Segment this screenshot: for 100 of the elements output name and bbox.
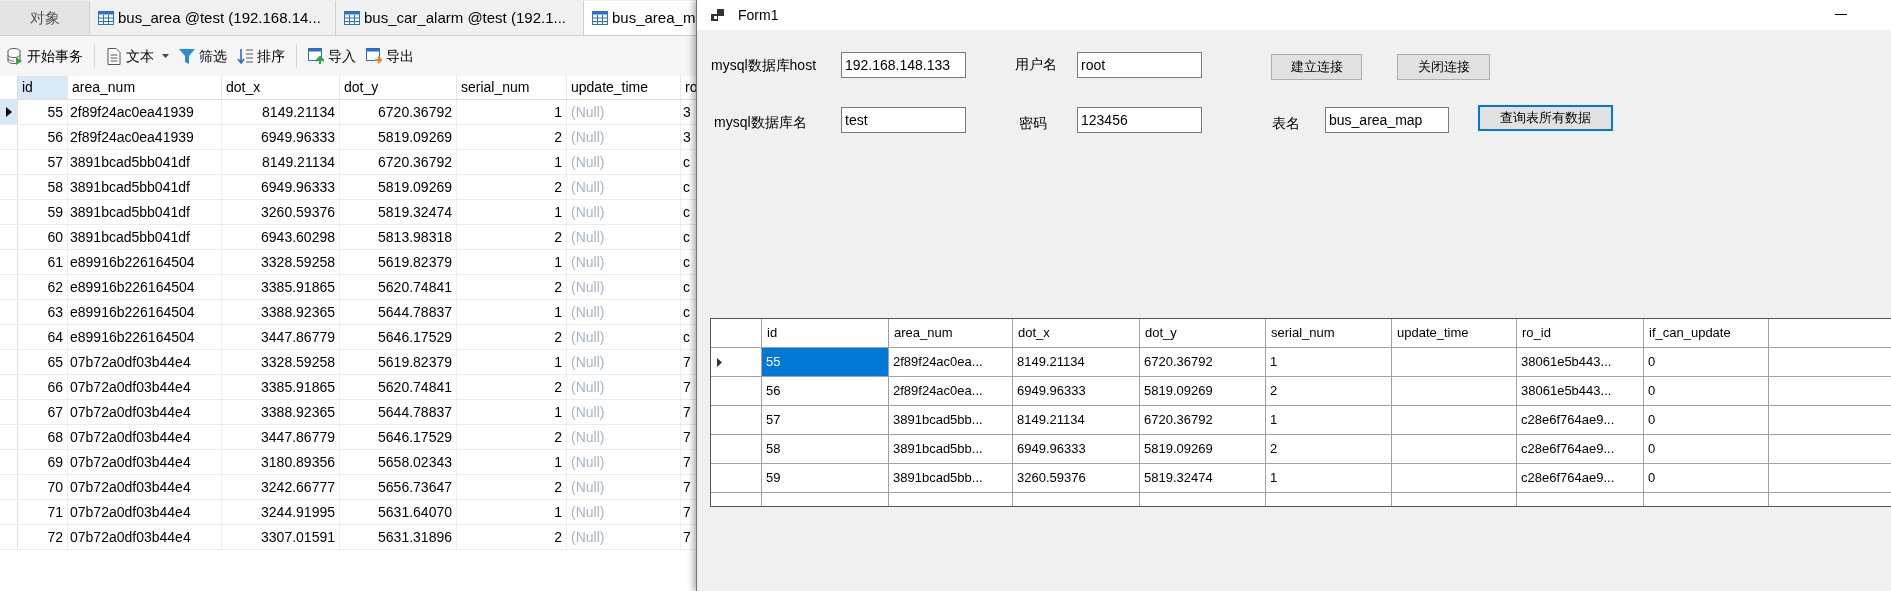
table-cell: (Null) [567,300,681,324]
table-cell: 0 [1644,406,1769,434]
toolbar-button[interactable]: 排序 [234,42,288,70]
table-cell: 2 [457,425,567,449]
column-header[interactable]: if_can_update [1644,319,1769,347]
table-icon [344,11,360,25]
table-cell: 71 [18,500,68,524]
table-cell: 1 [457,250,567,274]
toolbar-button[interactable]: 筛选 [176,42,230,70]
table-cell: 3385.91865 [222,375,340,399]
column-header[interactable]: dot_x [1013,319,1140,347]
column-header[interactable]: ro_id [1517,319,1644,347]
table-cell: 55 [18,100,68,124]
table-cell: 59 [18,200,68,224]
input-field[interactable]: 192.168.148.133 [841,52,966,78]
toolbar-button[interactable]: 导入 [305,42,359,70]
table-cell: 3307.01591 [222,525,340,549]
tab[interactable]: 对象 [0,1,90,35]
table-cell: 5646.17529 [340,425,457,449]
table-cell: 1 [457,400,567,424]
table-cell: 3891bcad5bb... [889,464,1013,492]
table-cell: c28e6f764ae9... [1517,464,1644,492]
table-cell: 2 [457,125,567,149]
table-cell: 1 [457,350,567,374]
table-cell: 07b72a0df03b44e4 [68,525,222,549]
table-cell: 3260.59376 [1013,464,1140,492]
table-cell: (Null) [567,375,681,399]
table-cell: (Null) [567,225,681,249]
tab[interactable]: bus_area_m [584,1,696,35]
field-label: 表名 [1272,114,1300,133]
column-header[interactable]: area_num [889,319,1013,347]
toolbar-button[interactable]: 导出 [363,42,417,70]
table-cell: 07b72a0df03b44e4 [68,500,222,524]
table-cell: 5619.82379 [340,350,457,374]
column-header[interactable]: id [18,76,68,99]
row-pointer-icon [5,107,12,117]
table-cell: 2 [457,325,567,349]
table-cell: 6949.96333 [1013,377,1140,405]
table-cell: 5656.73647 [340,475,457,499]
table-cell: (Null) [567,275,681,299]
table-cell: 07b72a0df03b44e4 [68,425,222,449]
toolbar-button[interactable]: 文本 [103,42,172,70]
table-cell: 65 [18,350,68,374]
table-cell: 3244.91995 [222,500,340,524]
input-field[interactable]: root [1077,52,1202,78]
document-icon [106,47,122,65]
table-cell: 0 [1644,348,1769,376]
column-header[interactable]: id [762,319,889,347]
table-cell: 5644.78837 [340,300,457,324]
database-icon [7,47,23,65]
field-label: 密码 [1019,114,1047,133]
table-cell: e89916b226164504 [68,250,222,274]
button[interactable]: 建立连接 [1271,54,1362,80]
table-cell: 60 [18,225,68,249]
table-cell: 6943.60298 [222,225,340,249]
table-export-icon [366,47,382,65]
table-cell: 8149.21134 [222,100,340,124]
table-cell: 5813.98318 [340,225,457,249]
field-label: mysql数据库名 [714,113,807,132]
table-cell: 1 [1266,348,1392,376]
table-cell: 1 [457,200,567,224]
caret-icon [162,54,169,58]
table-cell: 5644.78837 [340,400,457,424]
input-field[interactable]: bus_area_map [1325,107,1449,133]
input-field[interactable]: test [841,107,966,133]
column-header[interactable]: update_time [1392,319,1517,347]
button[interactable]: 查询表所有数据 [1478,105,1613,131]
table-cell: 5819.32474 [1140,464,1266,492]
table-cell: 1 [457,500,567,524]
table-cell: 56 [18,125,68,149]
table-cell: 57 [18,150,68,174]
toolbar-button[interactable]: 开始事务 [4,42,86,70]
table-icon [592,11,608,25]
table-cell: e89916b226164504 [68,325,222,349]
table-cell: 2 [457,275,567,299]
table-cell: 07b72a0df03b44e4 [68,475,222,499]
table-cell: 8149.21134 [1013,406,1140,434]
input-field[interactable]: 123456 [1077,107,1202,133]
table-cell: (Null) [567,350,681,374]
table-cell: (Null) [567,200,681,224]
button[interactable]: 关闭连接 [1397,54,1490,80]
table-cell: 5620.74841 [340,375,457,399]
minimize-icon[interactable] [1835,14,1847,16]
table-cell: (Null) [567,175,681,199]
table-cell: (Null) [567,450,681,474]
table-cell: 5819.09269 [340,175,457,199]
field-label: 用户名 [1015,55,1057,74]
table-cell: 2 [457,475,567,499]
table-cell: 6720.36792 [1140,348,1266,376]
column-header[interactable]: dot_y [1140,319,1266,347]
table-cell: 38061e5b443... [1517,348,1644,376]
table-cell: 2f89f24ac0ea... [889,377,1013,405]
table-cell: 69 [18,450,68,474]
table-cell: 62 [18,275,68,299]
sort-icon [237,47,253,65]
table-cell: 38061e5b443... [1517,377,1644,405]
column-header[interactable]: serial_num [1266,319,1392,347]
table-cell: 2f89f24ac0ea41939 [68,125,222,149]
table-cell: 68 [18,425,68,449]
table-cell: 61 [18,250,68,274]
